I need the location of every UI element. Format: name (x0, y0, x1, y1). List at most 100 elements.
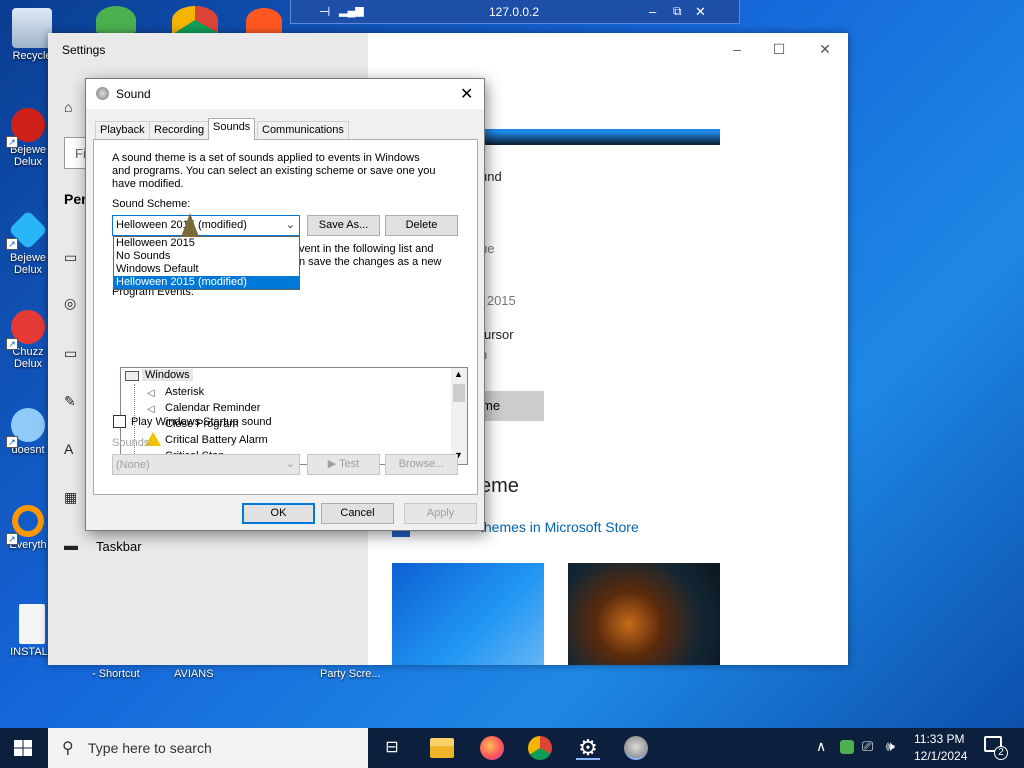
background-icon[interactable]: ▭ (64, 249, 82, 265)
clock-time[interactable]: 11:33 PM (914, 732, 964, 746)
event-group-windows[interactable]: Windows (142, 369, 193, 381)
start-icon[interactable]: ▦ (64, 489, 82, 505)
sounds-select[interactable]: (None) ⌄ (112, 454, 300, 475)
dropdown-option-selected[interactable]: Helloween 2015 (modified) (114, 276, 299, 289)
themes-icon[interactable]: ✎ (64, 393, 82, 409)
tray-app-icon[interactable] (840, 740, 854, 754)
ok-button[interactable]: OK (242, 503, 315, 524)
speaker-icon: ◁ (147, 388, 155, 399)
close-button[interactable]: ✕ (810, 41, 840, 59)
remote-ip: 127.0.0.2 (489, 5, 540, 19)
start-button[interactable] (14, 740, 32, 756)
clock-date[interactable]: 12/1/2024 (914, 749, 967, 763)
delete-button[interactable]: Delete (385, 215, 458, 236)
chevron-down-icon: ⌄ (285, 219, 295, 231)
taskbar-search-box[interactable]: ⚲ Type here to search (48, 728, 368, 768)
desktop-bottom-label-party: Party Scre... (320, 668, 381, 680)
apply-theme-heading: eme (480, 475, 519, 497)
show-hidden-icons-icon[interactable]: ∧ (816, 738, 826, 755)
theme-thumbnail-halloween[interactable] (568, 563, 720, 665)
home-icon[interactable]: ⌂ (64, 99, 82, 115)
desktop-icon-game[interactable] (246, 8, 282, 34)
startup-sound-checkbox[interactable] (113, 415, 126, 428)
events-scrollbar[interactable]: ▲ ▼ (451, 368, 467, 464)
hidden-description-line-1: vent in the following list and (299, 243, 434, 255)
maximize-button[interactable]: ☐ (764, 41, 794, 59)
description-line-2: and programs. You can select an existing… (112, 165, 436, 177)
taskbar-search-placeholder: Type here to search (88, 740, 212, 756)
tab-recording[interactable]: Recording (149, 121, 210, 139)
file-explorer-icon[interactable] (430, 738, 454, 758)
windows-logo-icon (14, 740, 32, 756)
remote-restore-icon[interactable]: ⧉ (673, 4, 682, 19)
pin-icon[interactable]: ⊣ (319, 4, 330, 20)
shortcut-arrow-icon: ↗ (6, 136, 18, 148)
colors-icon[interactable]: ◎ (64, 295, 82, 311)
hidden-description-line-2: n save the changes as a new (299, 256, 442, 268)
theme-preview-strip (480, 129, 720, 145)
sound-dialog: Sound ✕ Playback Recording Sounds Commun… (85, 78, 485, 531)
speaker-icon (96, 87, 109, 100)
shortcut-arrow-icon: ↗ (6, 533, 18, 545)
event-calendar-reminder[interactable]: Calendar Reminder (165, 402, 260, 414)
save-theme-button[interactable]: me (480, 391, 544, 421)
remote-connection-bar: ⊣ ▂▄▆ 127.0.0.2 – ⧉ ✕ (290, 0, 740, 24)
startup-sound-label: Play Windows Startup sound (131, 416, 272, 428)
remote-minimize-icon[interactable]: – (649, 4, 656, 19)
search-icon: ⚲ (62, 740, 74, 757)
browse-button[interactable]: Browse... (385, 454, 458, 475)
chevron-down-icon: ⌄ (285, 458, 295, 470)
speaker-icon: ◁ (147, 404, 155, 415)
sound-scheme-select[interactable]: Helloween 2015 (modified) ⌄ (112, 215, 300, 236)
dropdown-option[interactable]: No Sounds (114, 250, 299, 263)
sound-app-icon[interactable] (624, 736, 648, 760)
dropdown-option[interactable]: Helloween 2015 (114, 237, 299, 250)
apply-button[interactable]: Apply (404, 503, 477, 524)
taskbar: ⚲ Type here to search ⊟ ⚙ ∧ ⎚ 🕪 11:33 PM… (0, 728, 1024, 768)
shortcut-arrow-icon: ↗ (6, 436, 18, 448)
scroll-up-icon[interactable]: ▲ (454, 369, 463, 379)
remote-close-icon[interactable]: ✕ (695, 4, 706, 20)
notification-count-badge: 2 (994, 746, 1008, 760)
chrome-icon[interactable] (528, 736, 552, 760)
lock-screen-icon[interactable]: ▭ (64, 345, 82, 361)
sound-dialog-title: Sound (116, 87, 151, 101)
description-line-1: A sound theme is a set of sounds applied… (112, 152, 420, 164)
tab-playback[interactable]: Playback (95, 121, 150, 139)
theme-thumbnail-windows[interactable] (392, 563, 544, 665)
settings-gear-icon[interactable]: ⚙ (576, 736, 600, 760)
save-as-button[interactable]: Save As... (307, 215, 380, 236)
task-view-icon[interactable]: ⊟ (380, 736, 404, 760)
cancel-button[interactable]: Cancel (321, 503, 394, 524)
sound-scheme-label: Sound Scheme: (112, 198, 191, 210)
windows-group-icon (125, 371, 139, 381)
fonts-icon[interactable]: A (64, 441, 82, 457)
test-button[interactable]: ▶ Test (307, 454, 380, 475)
dropdown-option[interactable]: Windows Default (114, 263, 299, 276)
test-label: Test (339, 458, 360, 470)
sounds-select-value: (None) (116, 459, 150, 471)
volume-icon[interactable]: 🕪 (886, 738, 895, 755)
desktop-icon-people[interactable] (96, 6, 136, 34)
desktop-bottom-label-avians: AVIANS (174, 668, 214, 680)
document-icon (19, 604, 45, 644)
event-critical-battery-alarm[interactable]: Critical Battery Alarm (165, 434, 268, 446)
mouse-cursor-setting[interactable]: ursor (484, 327, 514, 342)
sound-scheme-dropdown[interactable]: Helloween 2015 No Sounds Windows Default… (113, 236, 300, 290)
tab-communications[interactable]: Communications (257, 121, 349, 139)
shortcut-arrow-icon: ↗ (6, 238, 18, 250)
mouse-cursor-icon (181, 213, 199, 237)
sound-close-icon[interactable]: ✕ (460, 84, 473, 104)
sidebar-item-taskbar[interactable]: Taskbar (96, 539, 142, 554)
tab-sounds[interactable]: Sounds (208, 118, 256, 140)
microsoft-store-link[interactable]: themes in Microsoft Store (480, 519, 639, 535)
event-asterisk[interactable]: Asterisk (165, 386, 204, 398)
minimize-button[interactable]: – (722, 41, 752, 59)
sounds-tab-panel: A sound theme is a set of sounds applied… (93, 139, 478, 495)
firefox-icon[interactable] (480, 736, 504, 760)
taskbar-icon[interactable]: ▬ (64, 537, 82, 553)
desktop-icon-chrome[interactable] (172, 6, 218, 34)
scroll-thumb[interactable] (453, 384, 465, 402)
network-icon[interactable]: ⎚ (862, 738, 873, 755)
desktop-bottom-label-shortcut: - Shortcut (92, 668, 140, 680)
